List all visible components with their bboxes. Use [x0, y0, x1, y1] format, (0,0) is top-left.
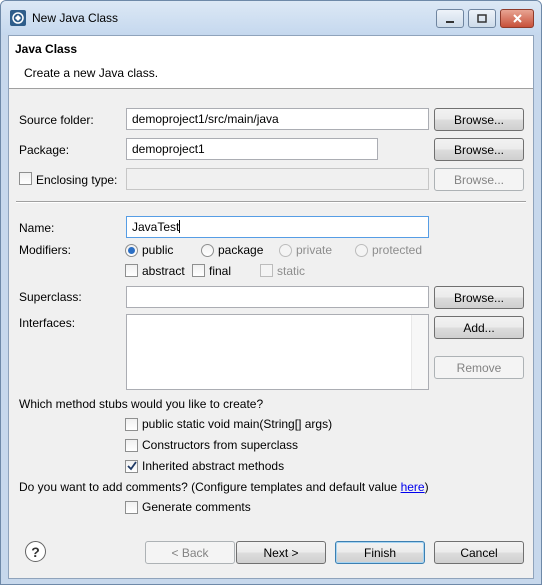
source-folder-label: Source folder:	[19, 113, 94, 127]
wizard-banner: Java Class Create a new Java class.	[9, 36, 533, 89]
modifier-package-label: package	[218, 243, 264, 257]
enclosing-type-browse-button[interactable]: Browse...	[434, 168, 524, 191]
comments-question: Do you want to add comments? (Configure …	[19, 480, 429, 494]
window-title: New Java Class	[32, 11, 119, 25]
modifier-static-checkbox[interactable]	[260, 264, 273, 277]
modifier-final-checkbox[interactable]	[192, 264, 205, 277]
method-stubs-question: Which method stubs would you like to cre…	[19, 397, 264, 411]
eclipse-app-icon	[10, 10, 26, 26]
interfaces-list[interactable]	[126, 314, 429, 390]
finish-button[interactable]: Finish	[335, 541, 425, 564]
name-label: Name:	[19, 221, 55, 235]
source-folder-input[interactable]: demoproject1/src/main/java	[126, 108, 429, 130]
name-input[interactable]: JavaTest	[126, 216, 429, 238]
superclass-label: Superclass:	[19, 290, 82, 304]
back-button[interactable]: < Back	[145, 541, 235, 564]
stub-inherited-checkbox[interactable]	[125, 460, 138, 473]
separator	[16, 201, 526, 203]
stub-constructors-label: Constructors from superclass	[142, 438, 299, 452]
modifier-public-radio[interactable]	[125, 244, 138, 257]
interfaces-remove-button[interactable]: Remove	[434, 356, 524, 379]
dialog-window: New Java Class Java Class Create a new J…	[0, 0, 542, 585]
maximize-icon	[477, 13, 487, 23]
stub-main-label: public static void main(String[] args)	[142, 417, 333, 431]
text-caret	[179, 220, 181, 233]
package-browse-button[interactable]: Browse...	[434, 138, 524, 161]
modifier-static-label: static	[277, 264, 306, 278]
close-button[interactable]	[500, 9, 534, 28]
modifiers-label: Modifiers:	[19, 243, 72, 257]
interfaces-list-scrollbar[interactable]	[411, 315, 428, 389]
modifier-protected-label: protected	[372, 243, 423, 257]
comments-question-text: Do you want to add comments? (Configure …	[19, 480, 401, 494]
checkmark-icon	[127, 461, 137, 471]
name-input-value: JavaTest	[132, 220, 180, 234]
generate-comments-label: Generate comments	[142, 500, 251, 514]
minimize-icon	[446, 20, 454, 23]
close-icon	[512, 14, 522, 23]
modifier-package-radio[interactable]	[201, 244, 214, 257]
modifier-abstract-checkbox[interactable]	[125, 264, 138, 277]
minimize-button[interactable]	[436, 9, 464, 28]
stub-inherited-label: Inherited abstract methods	[142, 459, 285, 473]
source-folder-browse-button[interactable]: Browse...	[434, 108, 524, 131]
modifier-private-label: private	[296, 243, 333, 257]
interfaces-add-button[interactable]: Add...	[434, 316, 524, 339]
configure-templates-link[interactable]: here	[401, 480, 425, 494]
package-input[interactable]: demoproject1	[126, 138, 378, 160]
modifier-protected-radio[interactable]	[355, 244, 368, 257]
modifier-abstract-label: abstract	[142, 264, 185, 278]
stub-constructors-checkbox[interactable]	[125, 439, 138, 452]
wizard-description: Create a new Java class.	[24, 66, 159, 80]
enclosing-type-checkbox[interactable]	[19, 172, 32, 185]
modifier-final-label: final	[209, 264, 232, 278]
package-label: Package:	[19, 143, 70, 157]
modifier-private-radio[interactable]	[279, 244, 292, 257]
superclass-input[interactable]	[126, 286, 429, 308]
comments-question-end: )	[424, 480, 429, 494]
modifier-public-label: public	[142, 243, 174, 257]
generate-comments-checkbox[interactable]	[125, 501, 138, 514]
enclosing-type-input[interactable]	[126, 168, 429, 190]
enclosing-type-label: Enclosing type:	[36, 173, 118, 187]
stub-main-checkbox[interactable]	[125, 418, 138, 431]
maximize-button[interactable]	[468, 9, 496, 28]
wizard-title: Java Class	[15, 42, 78, 56]
interfaces-label: Interfaces:	[19, 316, 76, 330]
cancel-button[interactable]: Cancel	[434, 541, 524, 564]
help-icon[interactable]: ?	[25, 541, 46, 562]
title-bar[interactable]: New Java Class	[1, 1, 541, 35]
superclass-browse-button[interactable]: Browse...	[434, 286, 524, 309]
dialog-content: Java Class Create a new Java class. Sour…	[8, 35, 534, 579]
next-button[interactable]: Next >	[236, 541, 326, 564]
